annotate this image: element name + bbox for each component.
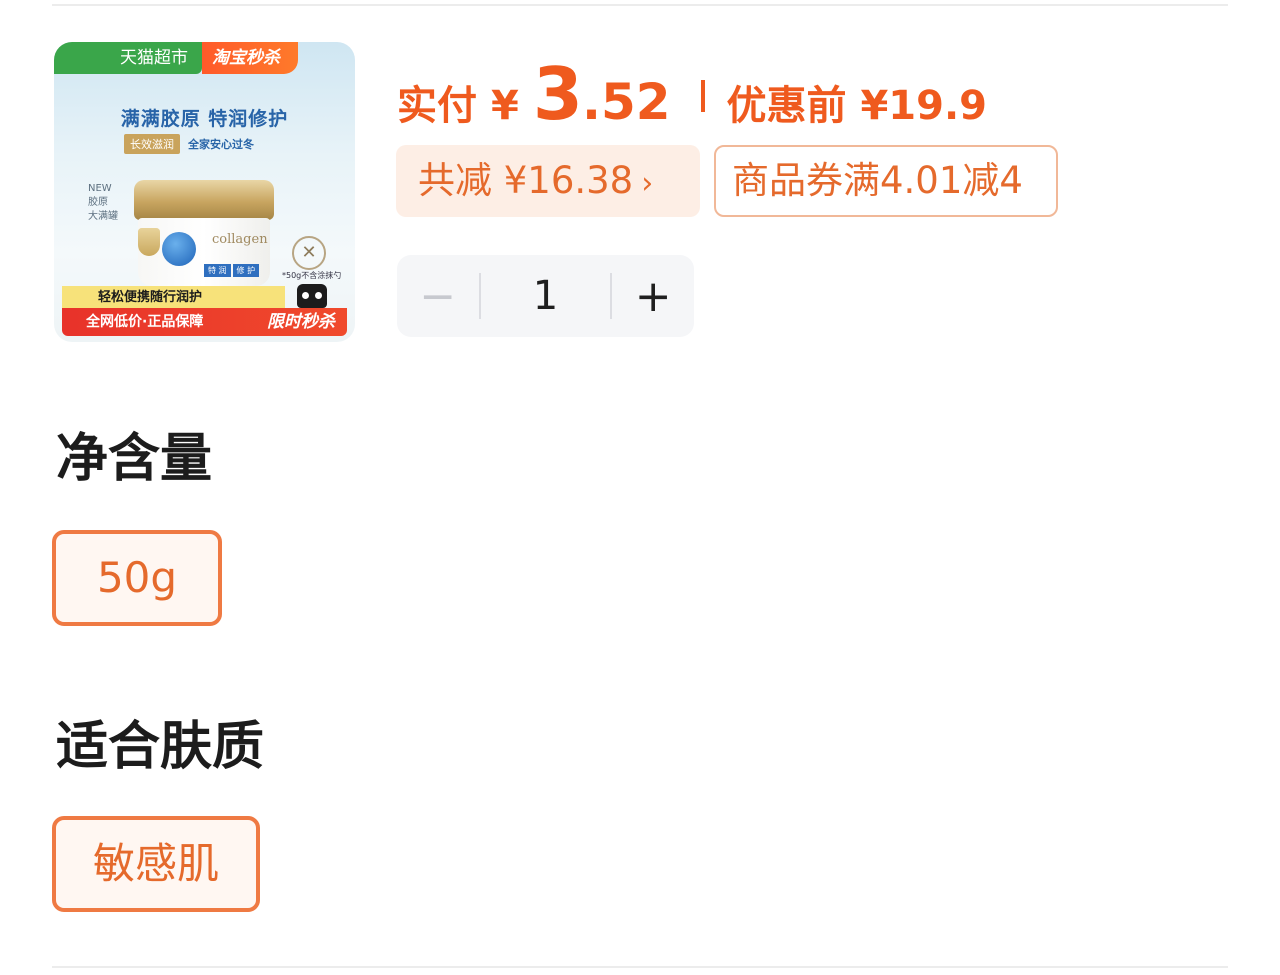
jar-labels: 特 润 修 护 bbox=[204, 264, 260, 277]
paid-label: 实付 bbox=[397, 83, 477, 129]
original-price: 优惠前 ¥19.9 bbox=[726, 83, 987, 129]
option-50g[interactable]: 50g bbox=[52, 530, 222, 626]
thumbnail-subrow: 长效滋润 全家安心过冬 bbox=[124, 134, 254, 154]
red-band-left: 全网低价·正品保障 bbox=[86, 314, 204, 330]
product-image: 天猫超市 淘宝秒杀 满满胶原 特润修护 长效滋润 全家安心过冬 NEW 胶原 大… bbox=[54, 42, 355, 342]
quantity-value[interactable]: 1 bbox=[481, 273, 611, 319]
red-band-right: 限时秒杀 bbox=[267, 312, 335, 332]
total-discount-button[interactable]: 共减 ¥16.38 › bbox=[396, 145, 700, 217]
no-spoon-icon: ✕ bbox=[292, 236, 326, 270]
chevron-right-icon: › bbox=[641, 166, 654, 201]
shield-icon bbox=[138, 228, 160, 256]
side-note-big-jar: 大满罐 bbox=[88, 211, 118, 222]
thumbnail-sub-b: 全家安心过冬 bbox=[188, 138, 254, 151]
quantity-stepper: − 1 + bbox=[397, 255, 694, 337]
net-content-title: 净含量 bbox=[56, 429, 213, 489]
price-row: 实付 ¥ 3 .52 优惠前 ¥19.9 bbox=[397, 52, 987, 136]
thumbnail-sub-a: 长效滋润 bbox=[124, 134, 180, 154]
jar-lid bbox=[134, 180, 274, 220]
tmall-cat-icon bbox=[297, 284, 327, 308]
currency-symbol: ¥ bbox=[491, 83, 519, 129]
skin-type-title: 适合肤质 bbox=[56, 717, 265, 777]
tmall-supermarket-tag: 天猫超市 bbox=[54, 42, 202, 74]
coupon-badge[interactable]: 商品券满4.01减4 bbox=[714, 145, 1058, 217]
jar-label-1: 特 润 bbox=[204, 264, 231, 277]
thumbnail-side-note: NEW 胶原 大满罐 bbox=[88, 182, 118, 224]
thumbnail-red-band: 全网低价·正品保障 限时秒杀 bbox=[62, 308, 347, 336]
flash-sale-tag: 淘宝秒杀 bbox=[202, 42, 298, 74]
jar-label-2: 修 护 bbox=[232, 264, 260, 277]
top-divider bbox=[52, 4, 1228, 6]
thumbnail-yellow-band: 轻松便携随行润护 bbox=[62, 286, 285, 310]
side-note-new: NEW bbox=[88, 183, 112, 194]
thumbnail-headline: 满满胶原 特润修护 bbox=[120, 108, 289, 130]
decrease-quantity-button[interactable]: − bbox=[397, 255, 479, 337]
increase-quantity-button[interactable]: + bbox=[612, 255, 694, 337]
price-integer: 3 bbox=[532, 52, 583, 136]
option-sensitive-skin[interactable]: 敏感肌 bbox=[52, 816, 260, 912]
price-decimal: .52 bbox=[581, 73, 671, 131]
no-spoon-note: *50g不含涂抹勺 bbox=[282, 271, 342, 280]
jar-brand: collagen bbox=[212, 232, 268, 247]
water-drop-icon bbox=[162, 232, 196, 266]
side-note-collagen: 胶原 bbox=[88, 197, 108, 208]
total-discount-text: 共减 ¥16.38 bbox=[418, 159, 634, 202]
price-separator bbox=[700, 80, 705, 112]
bottom-divider bbox=[52, 966, 1228, 968]
thumbnail-tag-row: 天猫超市 淘宝秒杀 bbox=[54, 42, 298, 74]
